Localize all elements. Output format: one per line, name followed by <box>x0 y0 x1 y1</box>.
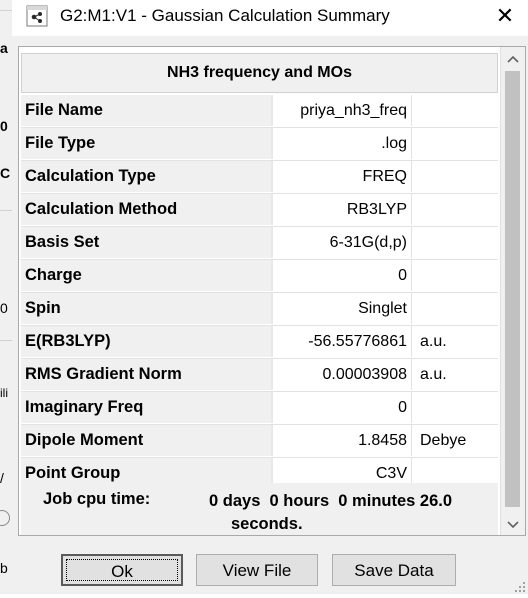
table-row: Dipole Moment 1.8458 Debye <box>21 425 498 458</box>
background-text-b: b <box>0 560 8 576</box>
view-file-button-label: View File <box>222 561 292 580</box>
row-label: Calculation Type <box>21 161 273 192</box>
row-label: E(RB3LYP) <box>21 326 273 357</box>
row-value: 0 <box>275 392 412 423</box>
row-label: Imaginary Freq <box>21 392 273 423</box>
table-row: Imaginary Freq 0 <box>21 392 498 425</box>
scroll-up-arrow-icon[interactable] <box>501 47 525 69</box>
row-label: Basis Set <box>21 227 273 258</box>
calculation-summary-window: G2:M1:V1 - Gaussian Calculation Summary … <box>12 0 528 594</box>
row-label: Charge <box>21 260 273 291</box>
row-unit <box>416 95 496 126</box>
row-label: Calculation Method <box>21 194 273 225</box>
table-row: File Name priya_nh3_freq <box>21 95 498 128</box>
row-value: RB3LYP <box>275 194 412 225</box>
job-cpu-time-label: Job cpu time: <box>43 490 151 508</box>
background-text-0: 0 <box>0 118 8 134</box>
row-unit <box>416 161 496 192</box>
summary-rows: File Name priya_nh3_freq File Type .log Calc… <box>21 95 498 491</box>
save-data-button[interactable]: Save Data <box>332 554 456 586</box>
table-row: Basis Set 6-31G(d,p) <box>21 227 498 260</box>
row-value: 6-31G(d,p) <box>275 227 412 258</box>
row-unit <box>416 227 496 258</box>
scroll-thumb[interactable] <box>505 71 520 507</box>
row-value: 0.00003908 <box>275 359 412 390</box>
vertical-scrollbar[interactable] <box>500 47 525 535</box>
table-row: Calculation Method RB3LYP <box>21 194 498 227</box>
row-unit: a.u. <box>420 333 447 350</box>
summary-header: NH3 frequency and MOs <box>21 53 498 93</box>
scroll-down-arrow-icon[interactable] <box>501 513 525 535</box>
row-unit: a.u. <box>420 366 447 383</box>
job-cpu-time-row: Job cpu time: 0 days 0 hours 0 minutes 2… <box>21 483 498 535</box>
summary-table: NH3 frequency and MOs File Name priya_nh3… <box>19 47 500 535</box>
table-row: File Type .log <box>21 128 498 161</box>
row-label: File Name <box>21 95 273 126</box>
title-bar[interactable]: G2:M1:V1 - Gaussian Calculation Summary … <box>12 0 528 36</box>
job-cpu-time-value-line1: 0 days 0 hours 0 minutes 26.0 <box>209 492 453 510</box>
row-value: .log <box>275 128 412 159</box>
row-unit <box>416 392 496 423</box>
job-cpu-time-value-line2: seconds. <box>231 515 303 533</box>
row-value: 1.8458 <box>275 425 412 456</box>
save-data-button-label: Save Data <box>354 561 434 580</box>
row-unit: Debye <box>420 432 467 449</box>
row-value: FREQ <box>275 161 412 192</box>
table-row: Spin Singlet <box>21 293 498 326</box>
row-value: 0 <box>275 260 412 291</box>
background-text-c: C <box>0 165 11 181</box>
row-label: Dipole Moment <box>21 425 273 456</box>
table-row: Calculation Type FREQ <box>21 161 498 194</box>
background-text-slash: / <box>0 470 4 486</box>
close-button[interactable]: ✕ <box>482 0 528 34</box>
background-text-a: a <box>0 40 8 56</box>
summary-table-frame: NH3 frequency and MOs File Name priya_nh3… <box>18 46 526 536</box>
row-unit <box>416 194 496 225</box>
row-unit <box>416 293 496 324</box>
window-title: G2:M1:V1 - Gaussian Calculation Summary <box>60 6 390 25</box>
row-label: File Type <box>21 128 273 159</box>
row-value: priya_nh3_freq <box>275 95 412 126</box>
dialog-client-area: NH3 frequency and MOs File Name priya_nh3… <box>12 36 528 594</box>
gaussview-app-icon <box>26 5 48 27</box>
job-cpu-time-value: 0 days 0 hours 0 minutes 26.0 seconds. <box>209 490 499 536</box>
row-unit <box>416 260 496 291</box>
view-file-button[interactable]: View File <box>196 554 318 586</box>
table-row: Charge 0 <box>21 260 498 293</box>
ok-button-focus-ring <box>66 559 178 581</box>
row-label: RMS Gradient Norm <box>21 359 273 390</box>
row-value: -56.55776861 <box>275 326 412 357</box>
background-text-ili: ili <box>0 386 8 400</box>
ok-button[interactable]: Ok <box>61 554 183 586</box>
row-value: Singlet <box>275 293 412 324</box>
row-unit <box>416 128 496 159</box>
table-row: RMS Gradient Norm 0.00003908 a.u. <box>21 359 498 392</box>
background-text-0b: 0 <box>0 300 8 316</box>
row-label: Spin <box>21 293 273 324</box>
table-row: E(RB3LYP) -56.55776861 a.u. <box>21 326 498 359</box>
resize-grip-icon[interactable] <box>514 580 526 592</box>
